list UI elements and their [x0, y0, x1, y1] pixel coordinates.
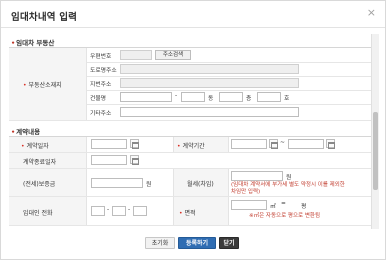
row-divider	[87, 90, 371, 91]
jibun-address-input[interactable]	[120, 78, 299, 88]
ho-suffix: 호	[284, 96, 290, 102]
floor-input[interactable]	[219, 92, 243, 102]
row-divider	[87, 62, 371, 63]
area-sqm-input[interactable]	[231, 200, 267, 210]
building-name-input[interactable]	[120, 92, 172, 102]
contract-period-text: 계약기간	[182, 143, 205, 150]
phone-part3-input[interactable]	[133, 206, 147, 216]
required-icon: •	[177, 143, 181, 150]
rent-input[interactable]	[231, 171, 283, 181]
close-icon[interactable]: ×	[367, 7, 376, 19]
contract-period-label: • 계약기간	[177, 141, 205, 150]
period-separator: ~	[280, 140, 285, 146]
required-icon: •	[23, 82, 27, 89]
calendar-icon[interactable]	[130, 155, 139, 165]
road-address-label: 도로명주소	[90, 68, 117, 74]
rent-unit: 원	[286, 175, 292, 181]
deposit-unit: 원	[146, 182, 152, 188]
period-start-input[interactable]	[231, 139, 267, 149]
calendar-icon[interactable]	[269, 139, 278, 149]
row-divider	[87, 104, 371, 105]
section-bullet-icon: •	[11, 39, 16, 47]
road-address-input[interactable]	[120, 64, 299, 74]
area-unit-sqm: ㎡	[270, 204, 276, 210]
dong-input[interactable]	[181, 92, 205, 102]
jibun-address-label: 지번주소	[90, 82, 112, 88]
rent-note: (임대차 계약서에 부가세 별도 약정시 이를 제외한 차임만 입력)	[231, 182, 345, 195]
scrollbar-thumb[interactable]	[373, 112, 378, 190]
phone-separator: -	[128, 207, 131, 213]
dong-suffix: 동	[208, 96, 214, 102]
rent-label: 월세(차임)	[187, 181, 214, 188]
deposit-input[interactable]	[91, 178, 143, 188]
calendar-icon[interactable]	[130, 139, 139, 149]
lease-entry-dialog: 임대차내역 입력 × •임대차 부동산 • 부동산소재지 우편번호 주소검색 도로…	[0, 0, 386, 260]
save-button[interactable]: 등록하기	[178, 237, 216, 249]
separator: -	[175, 93, 178, 99]
contract-date-label: • 계약일자	[21, 141, 49, 150]
row-divider	[9, 225, 371, 226]
section-title: 계약내용	[16, 128, 41, 136]
vertical-scrollbar[interactable]	[371, 34, 379, 229]
property-location-text: 부동산소재지	[28, 82, 62, 89]
title-divider	[1, 27, 385, 28]
floor-suffix: 층	[246, 96, 252, 102]
area-text: 면적	[184, 210, 196, 217]
building-name-label: 건물명	[90, 96, 106, 102]
address-search-button[interactable]: 주소검색	[155, 50, 191, 60]
area-label: • 면적	[179, 208, 196, 217]
period-end-input[interactable]	[288, 139, 324, 149]
phone-separator: -	[107, 207, 110, 213]
contract-date-input[interactable]	[91, 139, 127, 149]
reset-button[interactable]: 초기화	[145, 237, 175, 249]
phone-part1-input[interactable]	[91, 206, 105, 216]
contract-date-text: 계약일자	[26, 143, 49, 150]
form-scroll-area: •임대차 부동산 • 부동산소재지 우편번호 주소검색 도로명주소 지번주소 건물…	[9, 34, 371, 229]
area-note: ※㎡은 자동으로 평으로 변환됨	[249, 213, 321, 219]
section-lease-property: •임대차 부동산	[11, 37, 54, 47]
property-location-label: • 부동산소재지	[23, 80, 62, 89]
required-icon: •	[21, 143, 25, 150]
zip-input[interactable]	[120, 50, 152, 60]
close-button[interactable]: 닫기	[219, 237, 239, 249]
ho-input[interactable]	[257, 92, 281, 102]
zip-label: 우편번호	[90, 54, 112, 60]
calendar-icon[interactable]	[326, 139, 335, 149]
area-equals: =	[281, 201, 286, 207]
row-divider	[87, 76, 371, 77]
section-bottom-line	[9, 120, 371, 121]
required-icon: •	[179, 210, 183, 217]
other-address-label: 기타주소	[90, 111, 112, 117]
section-contract: •계약내용	[11, 126, 40, 136]
deposit-label: (전세)보증금	[23, 181, 56, 188]
section-bullet-icon: •	[11, 128, 16, 136]
end-date-label: 계약종료일자	[23, 159, 57, 166]
landlord-phone-label: 임대인 전화	[23, 210, 53, 217]
end-date-input[interactable]	[91, 155, 127, 165]
area-unit-pyeong: 평	[301, 204, 307, 210]
section-title: 임대차 부동산	[16, 39, 55, 47]
dialog-title: 임대차내역 입력	[11, 12, 78, 23]
phone-part2-input[interactable]	[112, 206, 126, 216]
other-address-input[interactable]	[120, 107, 299, 117]
